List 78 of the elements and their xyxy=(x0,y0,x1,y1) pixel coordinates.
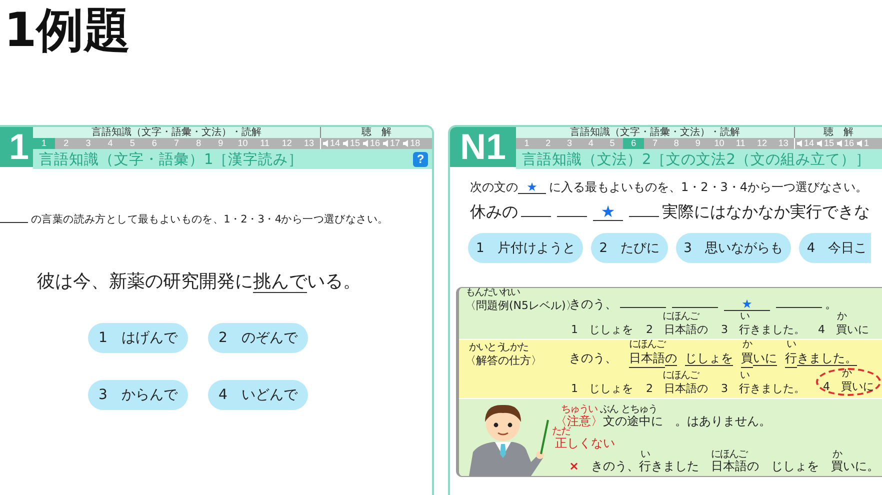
question-number-tab[interactable]: 11 xyxy=(254,138,276,149)
audio-question-button[interactable]: 14 xyxy=(796,138,816,149)
question-number-tab[interactable]: 4 xyxy=(99,138,122,149)
incorrect-label: ただ 正 しくない xyxy=(555,428,616,452)
level-badge: 1 xyxy=(0,127,33,167)
answer-option[interactable]: 2 たびに xyxy=(591,233,668,263)
speaker-icon xyxy=(817,140,824,147)
speaker-icon xyxy=(343,140,350,147)
answer-option[interactable]: 3 思いながらも xyxy=(676,233,791,263)
answer-option[interactable]: 4 いどんで xyxy=(208,380,308,410)
listening-label: 聴 解 xyxy=(824,127,854,138)
question-number-tab[interactable]: 9 xyxy=(687,138,709,149)
audio-question-button[interactable]: 17 xyxy=(382,138,402,149)
question-number-tab[interactable]: 8 xyxy=(188,138,210,149)
question-number-tab[interactable]: 12 xyxy=(276,138,298,149)
question-number-tab[interactable]: 5 xyxy=(602,138,623,149)
question-number-tab[interactable]: 5 xyxy=(121,138,144,149)
speaker-icon xyxy=(323,140,329,147)
question-number-tab[interactable]: 3 xyxy=(77,138,100,149)
answer-choice: 1 じしょを xyxy=(570,322,634,337)
example-sentence: きのう、 ★ 。 xyxy=(569,295,837,312)
question-number-tab[interactable]: 7 xyxy=(644,138,666,149)
answer-choice: 3 い 行きました。 xyxy=(720,372,806,396)
question-number-tab[interactable]: 6 xyxy=(622,138,644,149)
audio-question-button[interactable]: 16 xyxy=(362,138,382,149)
question-number-tab[interactable]: 4 xyxy=(580,138,602,149)
question-number-tab[interactable]: 13 xyxy=(298,138,320,149)
audio-question-button[interactable]: 1 xyxy=(856,138,870,149)
question-number-tab[interactable]: 1 xyxy=(33,138,56,149)
question-number-tab[interactable]: 2 xyxy=(55,138,78,149)
question-number-tab[interactable]: 6 xyxy=(143,138,166,149)
speaker-icon xyxy=(797,140,803,147)
question-sentence: 彼は今、新薬の研究開発に挑んでいる。 xyxy=(37,270,362,292)
question-number-tab[interactable]: 11 xyxy=(730,138,752,149)
section-title: 言語知識（文字・語彙）1［漢字読み］ xyxy=(39,150,304,168)
question-number-tab[interactable]: 7 xyxy=(165,138,188,149)
answer-option[interactable]: 4 今日こ xyxy=(798,233,872,263)
question-number-tab[interactable]: 2 xyxy=(537,138,559,149)
instruction-text: の言葉の読み方として最もよいものを、1・2・3・4から一つ選びなさい。 xyxy=(0,211,432,226)
question-number-tab[interactable]: 12 xyxy=(751,138,773,149)
answer-choice: 4 か 買いに xyxy=(817,313,870,337)
answer-option[interactable]: 1 片付けようと xyxy=(468,233,584,263)
answer-choice: 1 じしょを xyxy=(570,381,634,396)
example-label: 〈 かいとう 解答 しかた の仕方〉 xyxy=(465,344,543,368)
section-title: 言語知識（文法）2［文の文法2（文の組み立て）］ xyxy=(522,150,870,168)
audio-question-button[interactable]: 16 xyxy=(836,138,856,149)
answer-option[interactable]: 3 からんで xyxy=(88,380,188,410)
question-number-tab[interactable]: 3 xyxy=(558,138,580,149)
speaker-icon xyxy=(837,140,844,147)
audio-question-button[interactable]: 15 xyxy=(342,138,362,149)
speaker-icon xyxy=(403,140,410,147)
speaker-icon xyxy=(363,140,370,147)
question-number-tab[interactable]: 10 xyxy=(708,138,730,149)
question-number-tab[interactable]: 1 xyxy=(516,138,538,149)
notice-text: 〈 ちゅうい 注意〉 ぶん 文の とちゅう 途中 に 。はありません。 xyxy=(555,406,772,428)
instruction-text: 次の文の ★ に入る最もよいものを、1・2・3・4から一つ選びなさい。 xyxy=(469,179,869,196)
help-button[interactable]: ? xyxy=(413,152,428,166)
page-title: 1例題 xyxy=(4,2,131,60)
question-number-tab[interactable]: 9 xyxy=(210,138,232,149)
answer-choice: 2 にほんご 日本語の xyxy=(645,313,709,337)
answer-choice: 4 か 買いに xyxy=(816,368,881,396)
audio-question-button[interactable]: 15 xyxy=(816,138,836,149)
audio-question-button[interactable]: 18 xyxy=(402,138,422,149)
question-number-tab[interactable]: 13 xyxy=(772,138,794,149)
answer-option[interactable]: 1 はげんで xyxy=(88,322,188,352)
audio-question-button[interactable]: 14 xyxy=(322,138,342,149)
question-number-tab[interactable]: 8 xyxy=(666,138,688,149)
listening-label: 聴 解 xyxy=(362,127,392,138)
incorrect-example: × きのう、 い 行きました にほんご 日本語の じしょを か 買いに。 xyxy=(568,451,880,474)
example-sentence: きのう、 にほんご 日本語の じしょを か 買いに い 行きました。 xyxy=(569,341,857,368)
level-badge: N1 xyxy=(450,127,516,167)
question-sentence: 休みの ★ 実際にはなかなか実行できな xyxy=(470,200,871,223)
question-number-tab[interactable]: 10 xyxy=(232,138,254,149)
speaker-icon xyxy=(383,140,390,147)
speaker-icon xyxy=(857,140,864,147)
answer-choice: 3 い 行きました。 xyxy=(720,313,806,337)
answer-option[interactable]: 2 のぞんで xyxy=(208,322,308,352)
answer-choice: 2 にほんご 日本語の xyxy=(645,372,709,396)
